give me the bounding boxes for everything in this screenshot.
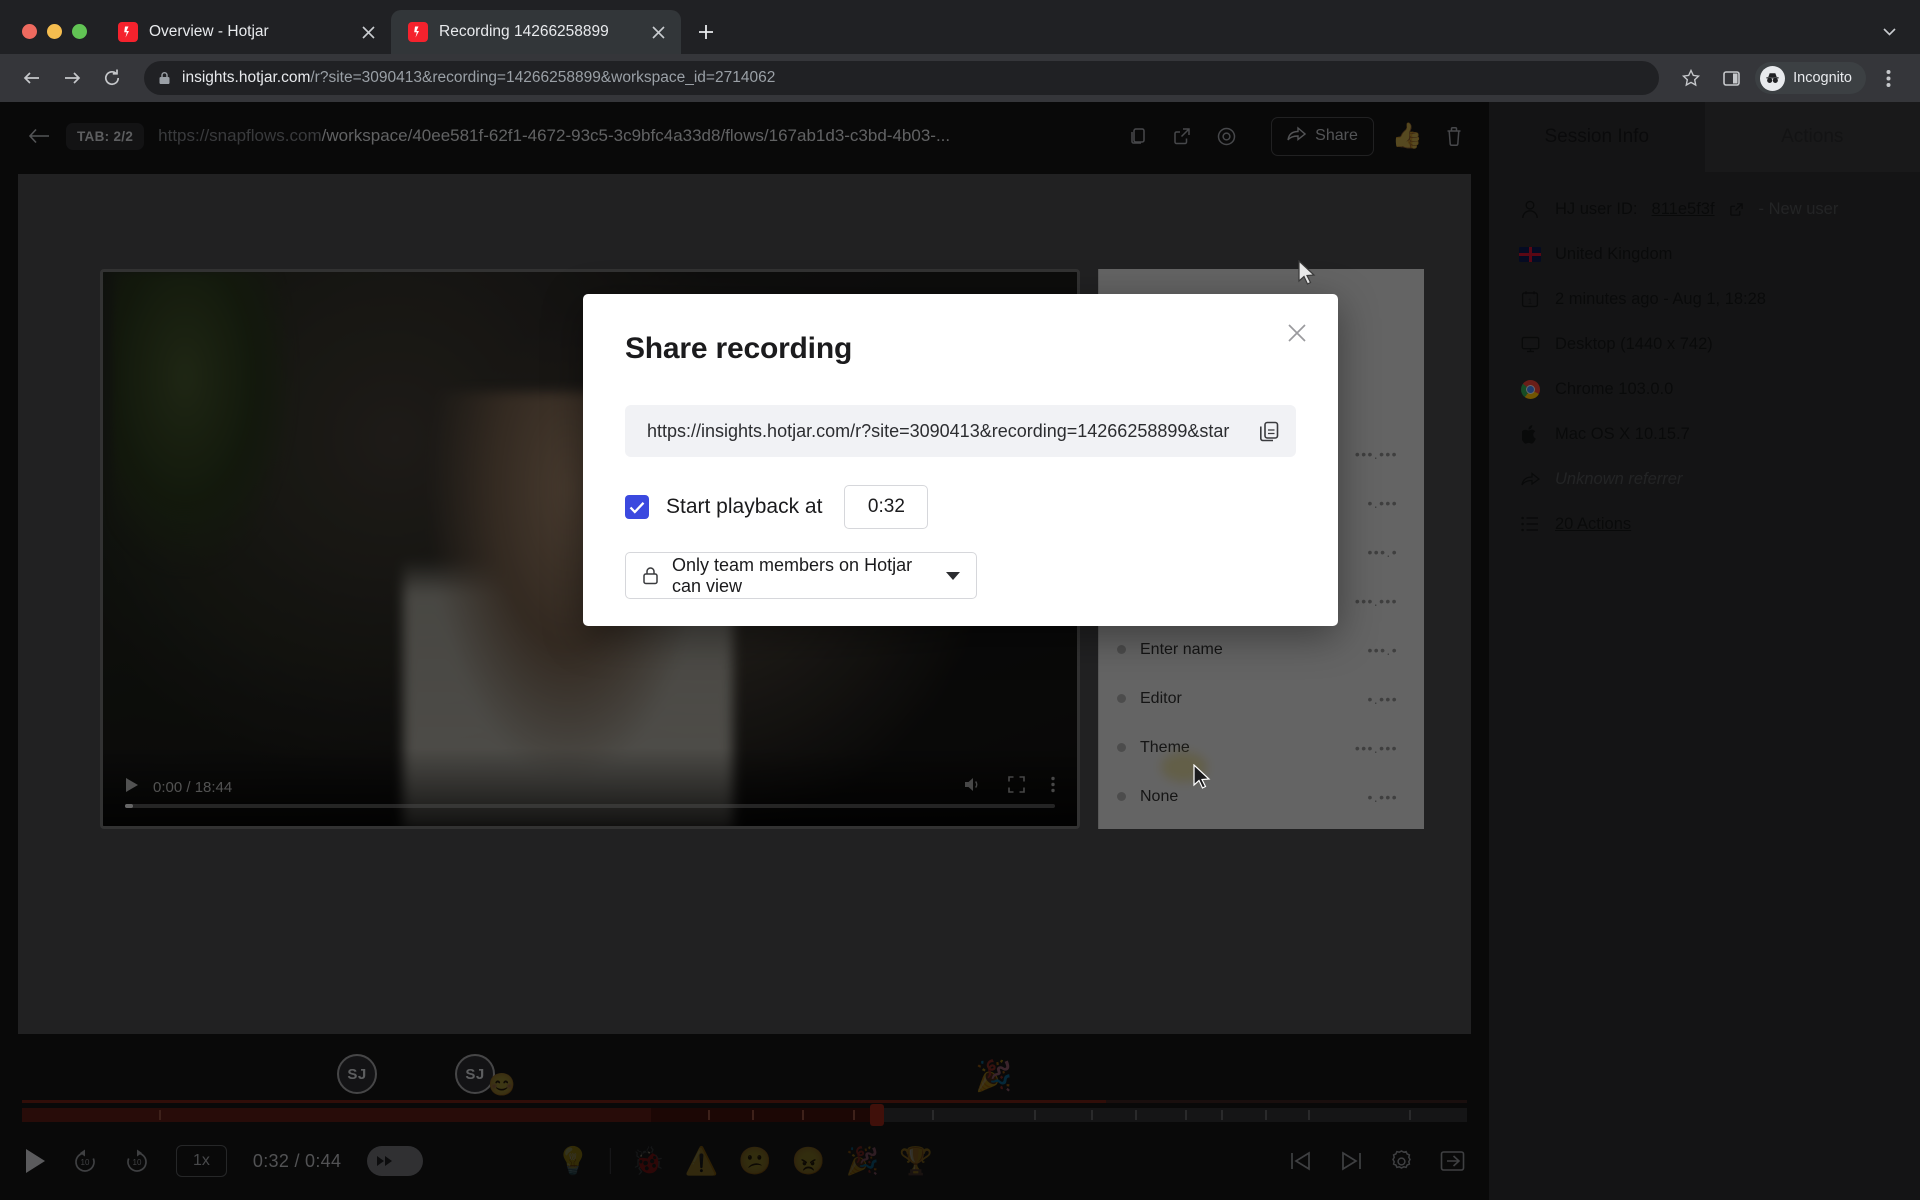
start-time-input[interactable]: 0:32 — [844, 485, 929, 529]
share-url-value: https://insights.hotjar.com/r?site=30904… — [647, 420, 1230, 441]
address-bar[interactable]: insights.hotjar.com/r?site=3090413&recor… — [144, 61, 1660, 95]
maximize-window-button[interactable] — [72, 24, 87, 39]
browser-toolbar: insights.hotjar.com/r?site=3090413&recor… — [0, 54, 1920, 102]
incognito-label: Incognito — [1793, 70, 1852, 86]
star-icon[interactable] — [1673, 60, 1709, 96]
modal-overlay[interactable] — [0, 102, 1920, 1200]
caret-down-icon[interactable] — [946, 571, 960, 580]
hotjar-app: TAB: 2/2 https://snapflows.com/workspace… — [0, 102, 1920, 1200]
new-tab-button[interactable] — [689, 15, 723, 49]
browser-tab-title: Overview - Hotjar — [149, 23, 269, 40]
incognito-icon — [1760, 65, 1786, 91]
minimize-window-button[interactable] — [47, 24, 62, 39]
kebab-menu-icon[interactable] — [1870, 60, 1906, 96]
start-playback-label: Start playback at — [666, 495, 823, 518]
page-title: Share recording — [625, 332, 853, 365]
start-playback-row: Start playback at 0:32 — [625, 485, 1296, 529]
permission-label: Only team members on Hotjar can view — [672, 554, 913, 596]
close-window-button[interactable] — [22, 24, 37, 39]
close-icon[interactable] — [357, 21, 379, 43]
share-url-field[interactable]: https://insights.hotjar.com/r?site=30904… — [625, 405, 1296, 457]
close-icon[interactable] — [1282, 318, 1312, 348]
address-bar-domain: insights.hotjar.com — [182, 69, 311, 86]
reload-icon[interactable] — [94, 60, 130, 96]
lock-icon — [642, 566, 659, 585]
back-arrow-icon[interactable] — [14, 60, 50, 96]
lock-icon — [158, 71, 171, 85]
browser-tab-recording[interactable]: Recording 14266258899 — [391, 10, 681, 54]
copy-icon[interactable] — [1258, 420, 1280, 443]
window-traffic-lights[interactable] — [14, 24, 101, 54]
chevron-down-icon[interactable] — [1881, 23, 1920, 54]
close-icon[interactable] — [647, 21, 669, 43]
browser-tab-title: Recording 14266258899 — [439, 23, 609, 40]
permission-dropdown[interactable]: Only team members on Hotjar can view — [625, 552, 977, 599]
tab-strip: Overview - Hotjar Recording 14266258899 — [0, 0, 1920, 54]
address-bar-url: insights.hotjar.com/r?site=3090413&recor… — [182, 69, 775, 87]
address-bar-path: /r?site=3090413&recording=14266258899&wo… — [310, 69, 776, 86]
start-playback-checkbox[interactable] — [625, 495, 649, 519]
side-panel-icon[interactable] — [1713, 60, 1749, 96]
browser-window: Overview - Hotjar Recording 14266258899 — [0, 0, 1920, 1200]
share-recording-dialog: Share recording https://insights.hotjar.… — [583, 294, 1338, 626]
hotjar-icon — [118, 22, 138, 42]
incognito-profile-button[interactable]: Incognito — [1755, 62, 1866, 94]
forward-arrow-icon[interactable] — [54, 60, 90, 96]
browser-tab-overview[interactable]: Overview - Hotjar — [101, 10, 391, 54]
hotjar-icon — [408, 22, 428, 42]
